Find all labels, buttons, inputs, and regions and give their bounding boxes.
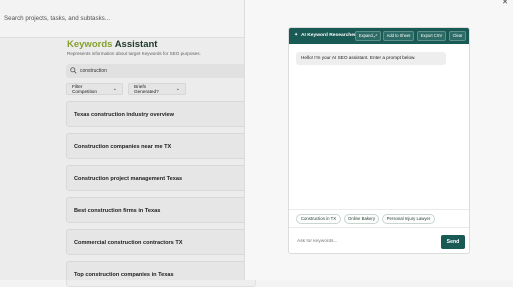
- export-csv-button[interactable]: Export CSV: [417, 31, 446, 41]
- chat-input-row: Send: [289, 227, 470, 254]
- add-to-sheet-button[interactable]: Add to Sheet: [383, 31, 414, 41]
- drawer-backdrop[interactable]: [0, 0, 244, 280]
- chat-header: ✦ AI Keyword Researcher Expand ⤢ Add to …: [289, 28, 470, 44]
- send-button[interactable]: Send: [441, 235, 465, 249]
- suggestion-chip[interactable]: Personal Injury Lawyer: [382, 214, 435, 224]
- chat-input[interactable]: [294, 234, 434, 249]
- suggestion-chip[interactable]: Construction in TX: [296, 214, 341, 224]
- sparkle-icon: ✦: [294, 32, 298, 38]
- chat-panel: ✦ AI Keyword Researcher Expand ⤢ Add to …: [288, 27, 470, 254]
- expand-button[interactable]: Expand ⤢: [355, 31, 381, 41]
- chat-title: AI Keyword Researcher: [301, 33, 356, 38]
- suggestion-bar: Construction in TX Online Bakery Persona…: [289, 209, 470, 227]
- clear-button[interactable]: Clear: [449, 31, 466, 41]
- close-icon[interactable]: ✕: [499, 0, 511, 7]
- suggestion-chip[interactable]: Online Bakery: [344, 214, 379, 224]
- assistant-message: Hello! I'm your AI SEO assistant. Enter …: [296, 52, 446, 65]
